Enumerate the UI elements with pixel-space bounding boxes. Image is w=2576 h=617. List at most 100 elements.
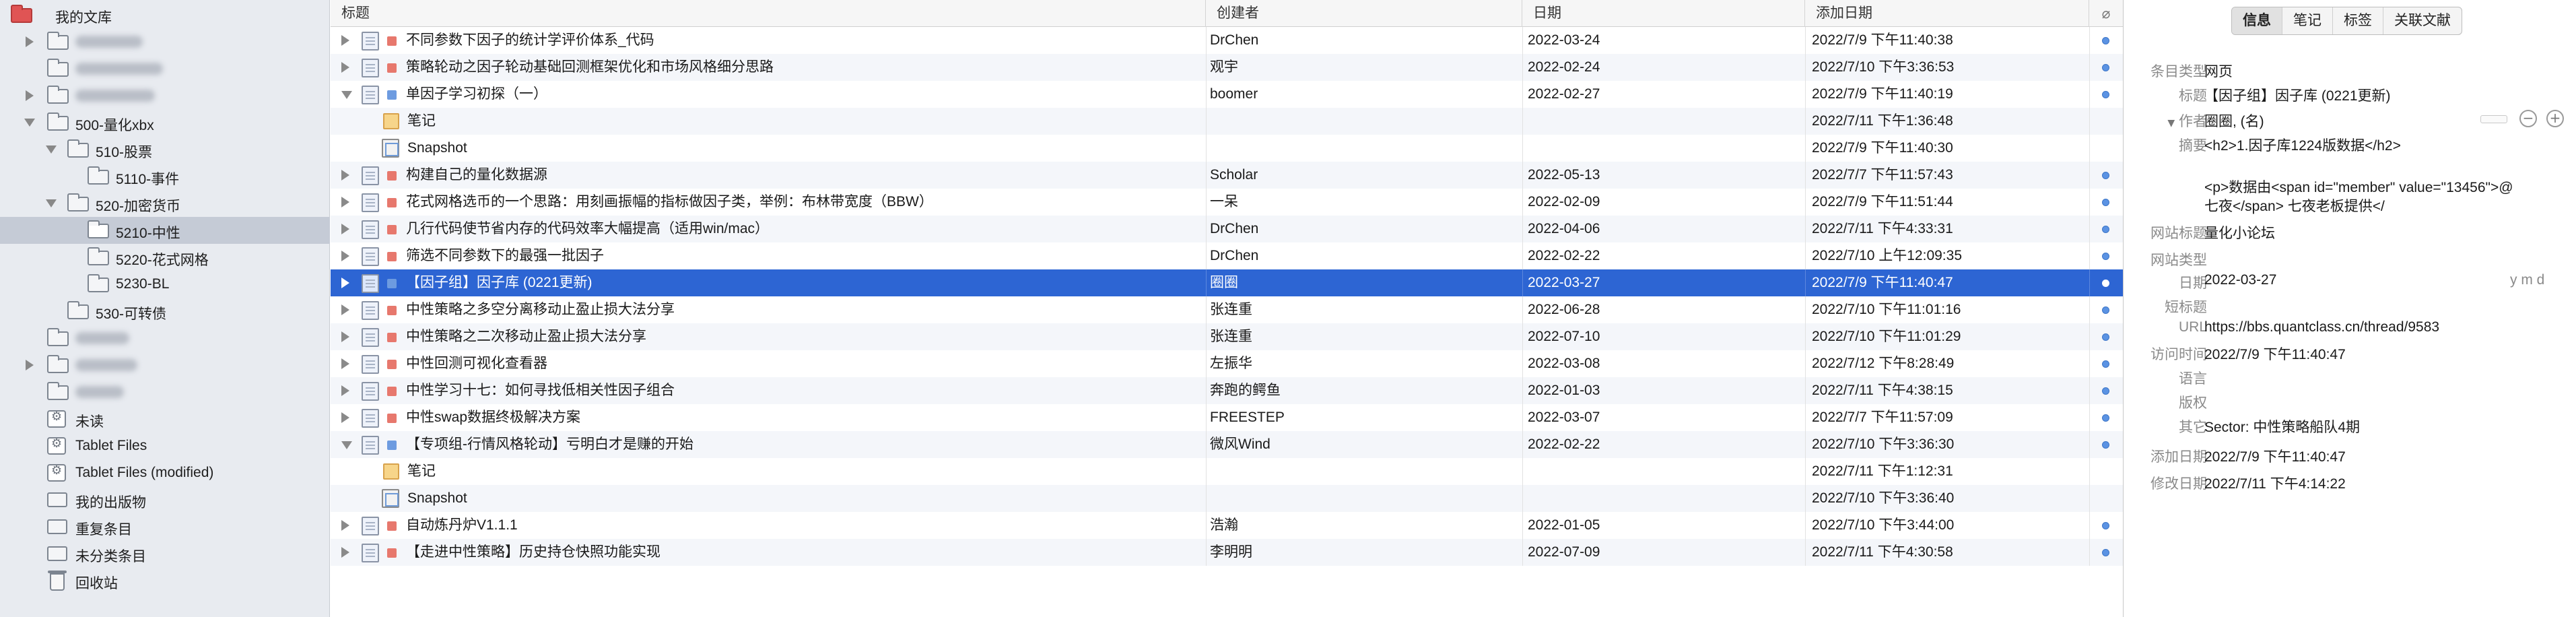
sidebar-item-my-library[interactable]: 我的文库 bbox=[0, 1, 330, 28]
chevron-right-icon[interactable] bbox=[341, 547, 349, 558]
sidebar-item-collection-1[interactable] bbox=[0, 28, 330, 55]
table-row[interactable]: 中性策略之多空分离移动止盈止损大法分享 张连重 2022-06-28 2022/7/1… bbox=[331, 296, 2123, 323]
sidebar-item-collection-3[interactable] bbox=[0, 82, 330, 109]
sidebar-item-530[interactable]: 530-可转债 bbox=[0, 298, 330, 325]
chevron-right-icon[interactable] bbox=[341, 197, 349, 207]
attachment-indicator-icon[interactable] bbox=[2102, 64, 2109, 71]
column-date[interactable]: 日期 bbox=[1522, 0, 1805, 27]
sidebar-item-510[interactable]: 510-股票 bbox=[0, 136, 330, 163]
column-date-added[interactable]: 添加日期 bbox=[1805, 0, 2089, 27]
chevron-right-icon[interactable] bbox=[26, 360, 34, 370]
child-attachment-row[interactable]: Snapshot 2022/7/9 下午11:40:30 bbox=[331, 135, 2123, 162]
attachment-indicator-icon[interactable] bbox=[2102, 360, 2109, 368]
chevron-right-icon[interactable] bbox=[341, 170, 349, 181]
sidebar-item-trash[interactable]: 回收站 bbox=[0, 567, 330, 594]
table-row[interactable]: 中性swap数据终极解决方案 FREESTEP 2022-03-07 2022/7/7… bbox=[331, 404, 2123, 431]
chevron-right-icon[interactable] bbox=[341, 412, 349, 423]
chevron-right-icon[interactable] bbox=[341, 304, 349, 315]
field-abstract-line-3[interactable]: 七夜</span> 七夜老板提供</ bbox=[2204, 195, 2385, 216]
chevron-down-icon[interactable] bbox=[46, 145, 57, 154]
sidebar-item-unfiled[interactable]: 未分类条目 bbox=[0, 540, 330, 567]
attachment-indicator-icon[interactable] bbox=[2102, 441, 2109, 449]
attachment-indicator-icon[interactable] bbox=[2102, 37, 2109, 44]
field-accessed[interactable]: 2022/7/9 下午11:40:47 bbox=[2204, 344, 2346, 364]
sidebar-item-5110[interactable]: 5110-事件 bbox=[0, 163, 330, 190]
paperclip-icon[interactable]: ⌀ bbox=[2089, 0, 2123, 27]
attachment-indicator-icon[interactable] bbox=[2102, 199, 2109, 206]
table-row[interactable]: 构建自己的量化数据源 Scholar 2022-05-13 2022/7/7 下午11… bbox=[331, 162, 2123, 189]
sidebar-item-tablet-files-modified[interactable]: Tablet Files (modified) bbox=[0, 459, 330, 486]
chevron-down-icon[interactable] bbox=[46, 199, 57, 207]
tab-tags[interactable]: 标签 bbox=[2333, 7, 2383, 34]
tab-notes[interactable]: 笔记 bbox=[2282, 7, 2333, 34]
table-row[interactable]: 策略轮动之因子轮动基础回测框架优化和市场风格细分思路 观宇 2022-02-24 20… bbox=[331, 54, 2123, 81]
add-author-button[interactable]: + bbox=[2546, 110, 2564, 127]
chevron-right-icon[interactable] bbox=[26, 36, 34, 47]
attachment-indicator-icon[interactable] bbox=[2102, 549, 2109, 556]
chevron-right-icon[interactable] bbox=[341, 62, 349, 73]
table-row[interactable]: 不同参数下因子的统计学评价体系_代码 DrChen 2022-03-24 2022/7… bbox=[331, 27, 2123, 54]
field-item-type[interactable]: 网页 bbox=[2204, 61, 2233, 81]
chevron-right-icon[interactable] bbox=[341, 358, 349, 369]
table-row[interactable]: 中性学习十七：如何寻找低相关性因子组合 奔跑的鳄鱼 2022-01-03 2022/7… bbox=[331, 377, 2123, 404]
table-row[interactable]: 中性策略之二次移动止盈止损大法分享 张连重 2022-07-10 2022/7/10 … bbox=[331, 323, 2123, 350]
field-url[interactable]: https://bbs.quantclass.cn/thread/9583 bbox=[2204, 319, 2439, 335]
chevron-right-icon[interactable] bbox=[341, 35, 349, 46]
attachment-indicator-icon[interactable] bbox=[2102, 253, 2109, 260]
field-website-title[interactable]: 量化小论坛 bbox=[2204, 222, 2275, 242]
remove-author-button[interactable]: − bbox=[2519, 110, 2537, 127]
column-creator[interactable]: 创建者 bbox=[1206, 0, 1522, 27]
chevron-down-icon[interactable] bbox=[24, 119, 35, 127]
chevron-down-icon[interactable] bbox=[341, 441, 352, 449]
author-mode-field[interactable] bbox=[2480, 115, 2507, 123]
field-abstract-line-1[interactable]: <h2>1.因子库1224版数据</h2> bbox=[2204, 135, 2401, 155]
sidebar-item-collection-4[interactable] bbox=[0, 325, 330, 352]
attachment-indicator-icon[interactable] bbox=[2102, 522, 2109, 529]
field-author[interactable]: 圈圈, (名) bbox=[2204, 110, 2264, 131]
chevron-right-icon[interactable] bbox=[341, 224, 349, 234]
table-row[interactable]: 花式网格选币的一个思路：用刻画振幅的指标做因子类，举例：布林带宽度（BBW） 一呆… bbox=[331, 189, 2123, 216]
column-title[interactable]: 标题 bbox=[331, 0, 1206, 27]
chevron-right-icon[interactable] bbox=[341, 278, 349, 288]
attachment-indicator-icon[interactable] bbox=[2102, 91, 2109, 98]
chevron-right-icon[interactable] bbox=[26, 90, 34, 101]
chevron-right-icon[interactable] bbox=[341, 520, 349, 531]
sidebar-item-collection-5[interactable] bbox=[0, 352, 330, 379]
field-extra[interactable]: Sector: 中性策略船队4期 bbox=[2204, 416, 2360, 436]
attachment-indicator-icon[interactable] bbox=[2102, 226, 2109, 233]
sidebar-item-5230[interactable]: 5230-BL bbox=[0, 271, 330, 298]
sidebar-item-5210[interactable]: 5210-中性 bbox=[0, 217, 330, 244]
sidebar-item-unread[interactable]: 未读 bbox=[0, 405, 330, 432]
tab-info[interactable]: 信息 bbox=[2232, 7, 2282, 34]
attachment-indicator-icon[interactable] bbox=[2102, 387, 2109, 395]
table-row[interactable]: 自动炼丹炉V1.1.1 浩瀚 2022-01-05 2022/7/10 下午3:44:… bbox=[331, 512, 2123, 539]
chevron-right-icon[interactable] bbox=[341, 251, 349, 261]
sidebar-item-500-quant[interactable]: 500-量化xbx bbox=[0, 109, 330, 136]
attachment-indicator-icon[interactable] bbox=[2102, 306, 2109, 314]
table-row[interactable]: 【因子组】因子库 (0221更新) 圈圈 2022-03-27 2022/7/9 下午… bbox=[331, 269, 2123, 296]
table-row[interactable]: 【专项组-行情风格轮动】亏明白才是赚的开始 微风Wind 2022-02-22 202… bbox=[331, 431, 2123, 458]
chevron-right-icon[interactable] bbox=[341, 331, 349, 342]
sidebar-item-5220[interactable]: 5220-花式网格 bbox=[0, 244, 330, 271]
table-row[interactable]: 筛选不同参数下的最强一批因子 DrChen 2022-02-22 2022/7/10 … bbox=[331, 242, 2123, 269]
sidebar-item-collection-6[interactable] bbox=[0, 379, 330, 405]
attachment-indicator-icon[interactable] bbox=[2102, 333, 2109, 341]
sidebar-item-my-publications[interactable]: 我的出版物 bbox=[0, 486, 330, 513]
field-title[interactable]: 【因子组】因子库 (0221更新) bbox=[2204, 85, 2391, 105]
child-note-row[interactable]: 笔记 2022/7/11 下午1:36:48 bbox=[331, 108, 2123, 135]
child-attachment-row[interactable]: Snapshot 2022/7/10 下午3:36:40 bbox=[331, 485, 2123, 512]
chevron-down-icon[interactable] bbox=[341, 91, 352, 99]
sidebar-item-tablet-files[interactable]: Tablet Files bbox=[0, 432, 330, 459]
table-row[interactable]: 【走进中性策略】历史持仓快照功能实现 李明明 2022-07-09 2022/7/11… bbox=[331, 539, 2123, 566]
attachment-indicator-icon[interactable] bbox=[2102, 414, 2109, 422]
sidebar-item-520[interactable]: 520-加密货币 bbox=[0, 190, 330, 217]
chevron-down-icon[interactable]: ▼ bbox=[2167, 118, 2175, 129]
table-row[interactable]: 几行代码使节省内存的代码效率大幅提高（适用win/mac） DrChen 2022-… bbox=[331, 216, 2123, 242]
field-date[interactable]: 2022-03-27 bbox=[2204, 272, 2276, 288]
chevron-right-icon[interactable] bbox=[341, 385, 349, 396]
attachment-indicator-icon[interactable] bbox=[2102, 172, 2109, 179]
table-row[interactable]: 单因子学习初探（一） boomer 2022-02-27 2022/7/9 下午11:… bbox=[331, 81, 2123, 108]
attachment-indicator-icon[interactable] bbox=[2102, 280, 2109, 287]
table-row[interactable]: 中性回测可视化查看器 左振华 2022-03-08 2022/7/12 下午8:28:… bbox=[331, 350, 2123, 377]
tab-related[interactable]: 关联文献 bbox=[2383, 7, 2462, 34]
